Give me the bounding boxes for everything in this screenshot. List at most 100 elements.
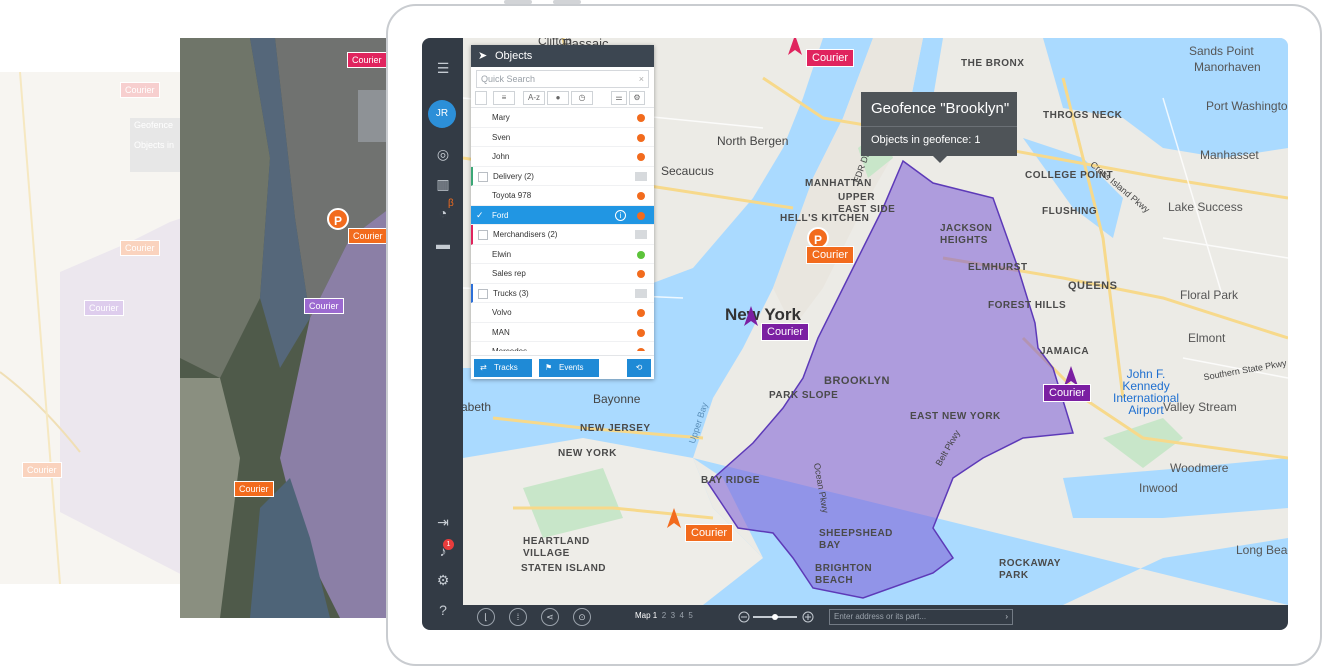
help-icon[interactable]: ?: [434, 601, 452, 619]
events-button[interactable]: ⚑ Events: [539, 359, 599, 377]
avatar[interactable]: JR: [428, 100, 456, 128]
group-row[interactable]: Delivery (2): [471, 166, 654, 186]
address-search-input[interactable]: Enter address or its part... ›: [829, 609, 1013, 625]
globe-icon[interactable]: ◎: [434, 145, 452, 163]
objects-panel: ➤ Objects Quick Search × ≡ A-z ● ◷ ⚌ ⚙ M…: [471, 45, 654, 379]
group-row[interactable]: Merchandisers (2): [471, 225, 654, 245]
row-label: Merchandisers (2): [493, 230, 558, 239]
settings-sliders-icon[interactable]: ⚌: [611, 91, 627, 105]
object-row[interactable]: Mary: [471, 108, 654, 128]
info-icon[interactable]: i: [615, 209, 626, 221]
ghost-geofence-title: Geofence: [134, 120, 174, 130]
courier-marker-icon[interactable]: [1064, 366, 1078, 386]
address-placeholder: Enter address or its part...: [834, 612, 927, 621]
map-label-jamaica: JAMAICA: [1040, 346, 1090, 357]
bottom-bar: ⌊ ⁞ ⋖ ⊙ Map 1 2 3 4 5 Enter address or i…: [463, 605, 1288, 630]
clear-search-icon[interactable]: ×: [639, 71, 644, 87]
group-checkbox[interactable]: [478, 171, 488, 182]
row-label: Volvo: [492, 308, 512, 317]
object-row[interactable]: John: [471, 147, 654, 167]
courier-marker-icon[interactable]: [667, 508, 681, 528]
map-label-rockaway-park: ROCKAWAY PARK: [999, 558, 1061, 581]
map-label-long-beach: Long Beac: [1236, 543, 1288, 557]
gear-icon[interactable]: ⚙: [629, 91, 645, 105]
group-checkbox[interactable]: [478, 288, 488, 299]
map-label-new-jersey: NEW JERSEY: [580, 423, 651, 434]
tracks-button[interactable]: ⇄ Tracks: [474, 359, 532, 377]
map-tab-2[interactable]: 2: [662, 611, 666, 620]
events-icon: ⚑: [545, 363, 553, 372]
zoom-slider[interactable]: [737, 610, 817, 624]
object-row[interactable]: Sven: [471, 128, 654, 147]
message-icon[interactable]: [635, 288, 647, 298]
map-tabs: Map 1 2 3 4 5: [635, 611, 693, 620]
ghost-satellite-map: Courier Courier Courier Courier P: [180, 38, 390, 618]
logout-icon[interactable]: ⇥: [434, 513, 452, 531]
courier-marker-icon[interactable]: [744, 306, 758, 326]
message-icon[interactable]: [635, 171, 647, 181]
message-icon[interactable]: [635, 230, 647, 239]
map-tab-1[interactable]: Map 1: [635, 611, 657, 620]
status-dot: [637, 192, 645, 200]
ghost-courier-tag: Courier: [304, 298, 344, 314]
ruler-icon[interactable]: ⌊: [477, 608, 495, 626]
courier-marker-icon[interactable]: [788, 38, 802, 55]
list-view-icon[interactable]: ≡: [493, 91, 515, 105]
object-row[interactable]: Volvo: [471, 303, 654, 323]
tooltip-arrow: [933, 156, 947, 163]
ghost-courier-tag: Courier: [347, 52, 387, 68]
stage: Courier Geofence Objects in Courier Couri…: [0, 0, 1322, 668]
map-label-queens: QUEENS: [1068, 280, 1118, 292]
row-label: Delivery (2): [493, 171, 534, 181]
courier-tag-jamaica[interactable]: Courier: [1043, 384, 1092, 402]
map-label-brighton-beach: BRIGHTON BEACH: [815, 563, 873, 586]
object-row[interactable]: Elwin: [471, 245, 654, 264]
courier-tag-staten[interactable]: Courier: [685, 524, 734, 542]
sort-az-button[interactable]: A-z: [523, 91, 545, 105]
object-row[interactable]: MAN: [471, 323, 654, 342]
map-tab-5[interactable]: 5: [688, 611, 692, 620]
map-label-sands-point: Sands Point: [1189, 44, 1254, 58]
group-row[interactable]: Trucks (3): [471, 283, 654, 303]
row-label: Sven: [492, 132, 511, 142]
events-label: Events: [559, 363, 584, 372]
select-all-checkbox[interactable]: [475, 91, 487, 105]
map-tab-4[interactable]: 4: [680, 611, 684, 620]
geofence-tooltip: Geofence "Brooklyn" Objects in geofence:…: [861, 92, 1017, 163]
search-input[interactable]: Quick Search ×: [476, 70, 649, 88]
car-icon[interactable]: ▬: [434, 235, 452, 253]
courier-tag-new-york[interactable]: Courier: [761, 323, 810, 341]
map-label-brooklyn: BROOKLYN: [824, 375, 890, 387]
beta-label: β: [448, 198, 454, 209]
chevron-right-icon[interactable]: ›: [1005, 610, 1008, 624]
history-icon[interactable]: ⟲: [627, 359, 651, 377]
ghost-courier-tag: Courier: [84, 300, 124, 316]
status-dot: [637, 250, 645, 259]
ghost-courier-tag: Courier: [120, 82, 160, 98]
speed-filter-icon[interactable]: ◷: [571, 91, 593, 105]
row-label: Sales rep: [492, 269, 526, 278]
object-row[interactable]: Mercedes: [471, 342, 654, 351]
row-label: Elwin: [492, 249, 512, 259]
map-label-east-new-york: EAST NEW YORK: [910, 411, 1001, 422]
gear-icon[interactable]: ⚙: [434, 571, 452, 589]
chart-icon[interactable]: ▥: [434, 175, 452, 193]
courier-tag-manhattan[interactable]: Courier: [806, 246, 855, 264]
object-row[interactable]: Sales rep: [471, 264, 654, 284]
traffic-light-icon[interactable]: ⁞: [509, 608, 527, 626]
status-dot: [637, 328, 645, 337]
location-pin-icon[interactable]: ⊙: [573, 608, 591, 626]
object-row[interactable]: Toyota 978: [471, 186, 654, 206]
status-filter-icon[interactable]: ●: [547, 91, 569, 105]
map-label-hells-kitchen: HELL'S KITCHEN: [780, 213, 870, 224]
courier-tag-bronx[interactable]: Courier: [806, 49, 855, 67]
group-checkbox[interactable]: [478, 230, 488, 240]
map-tab-3[interactable]: 3: [671, 611, 675, 620]
map-label-inwood: Inwood: [1139, 481, 1178, 495]
checkmark-icon[interactable]: ✓: [476, 210, 486, 220]
menu-icon[interactable]: ☰: [434, 59, 452, 77]
object-row[interactable]: ✓ i Ford: [471, 205, 654, 225]
tablet-button: [504, 0, 532, 4]
share-icon[interactable]: ⋖: [541, 608, 559, 626]
map-label-bay-ridge: BAY RIDGE: [701, 475, 760, 486]
